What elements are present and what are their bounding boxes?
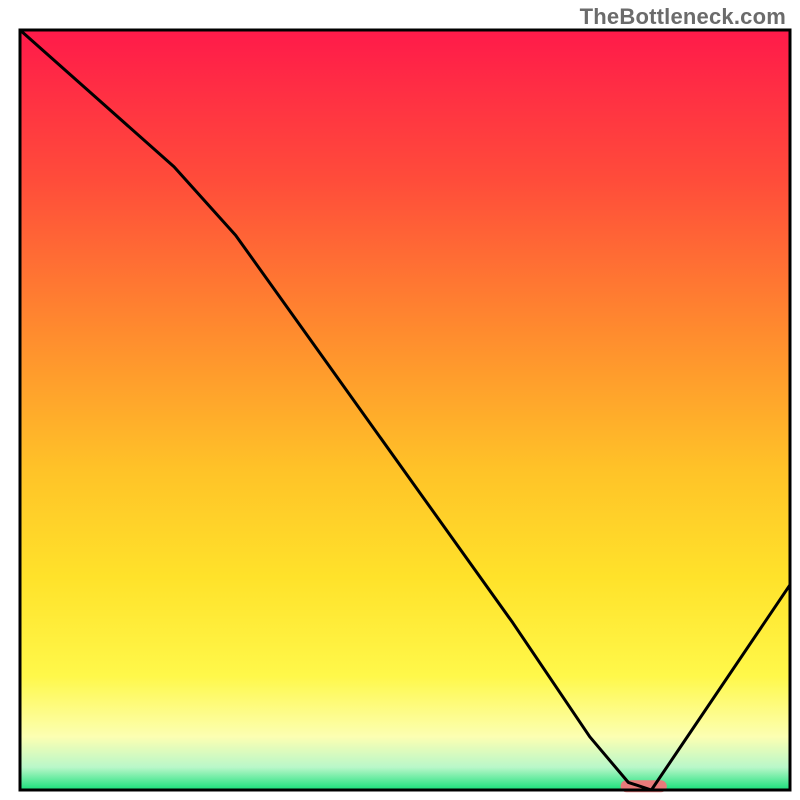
- watermark-text: TheBottleneck.com: [580, 4, 786, 30]
- chart-container: { "watermark": "TheBottleneck.com", "cha…: [0, 0, 800, 800]
- chart-svg: [0, 0, 800, 800]
- gradient-background: [20, 30, 790, 790]
